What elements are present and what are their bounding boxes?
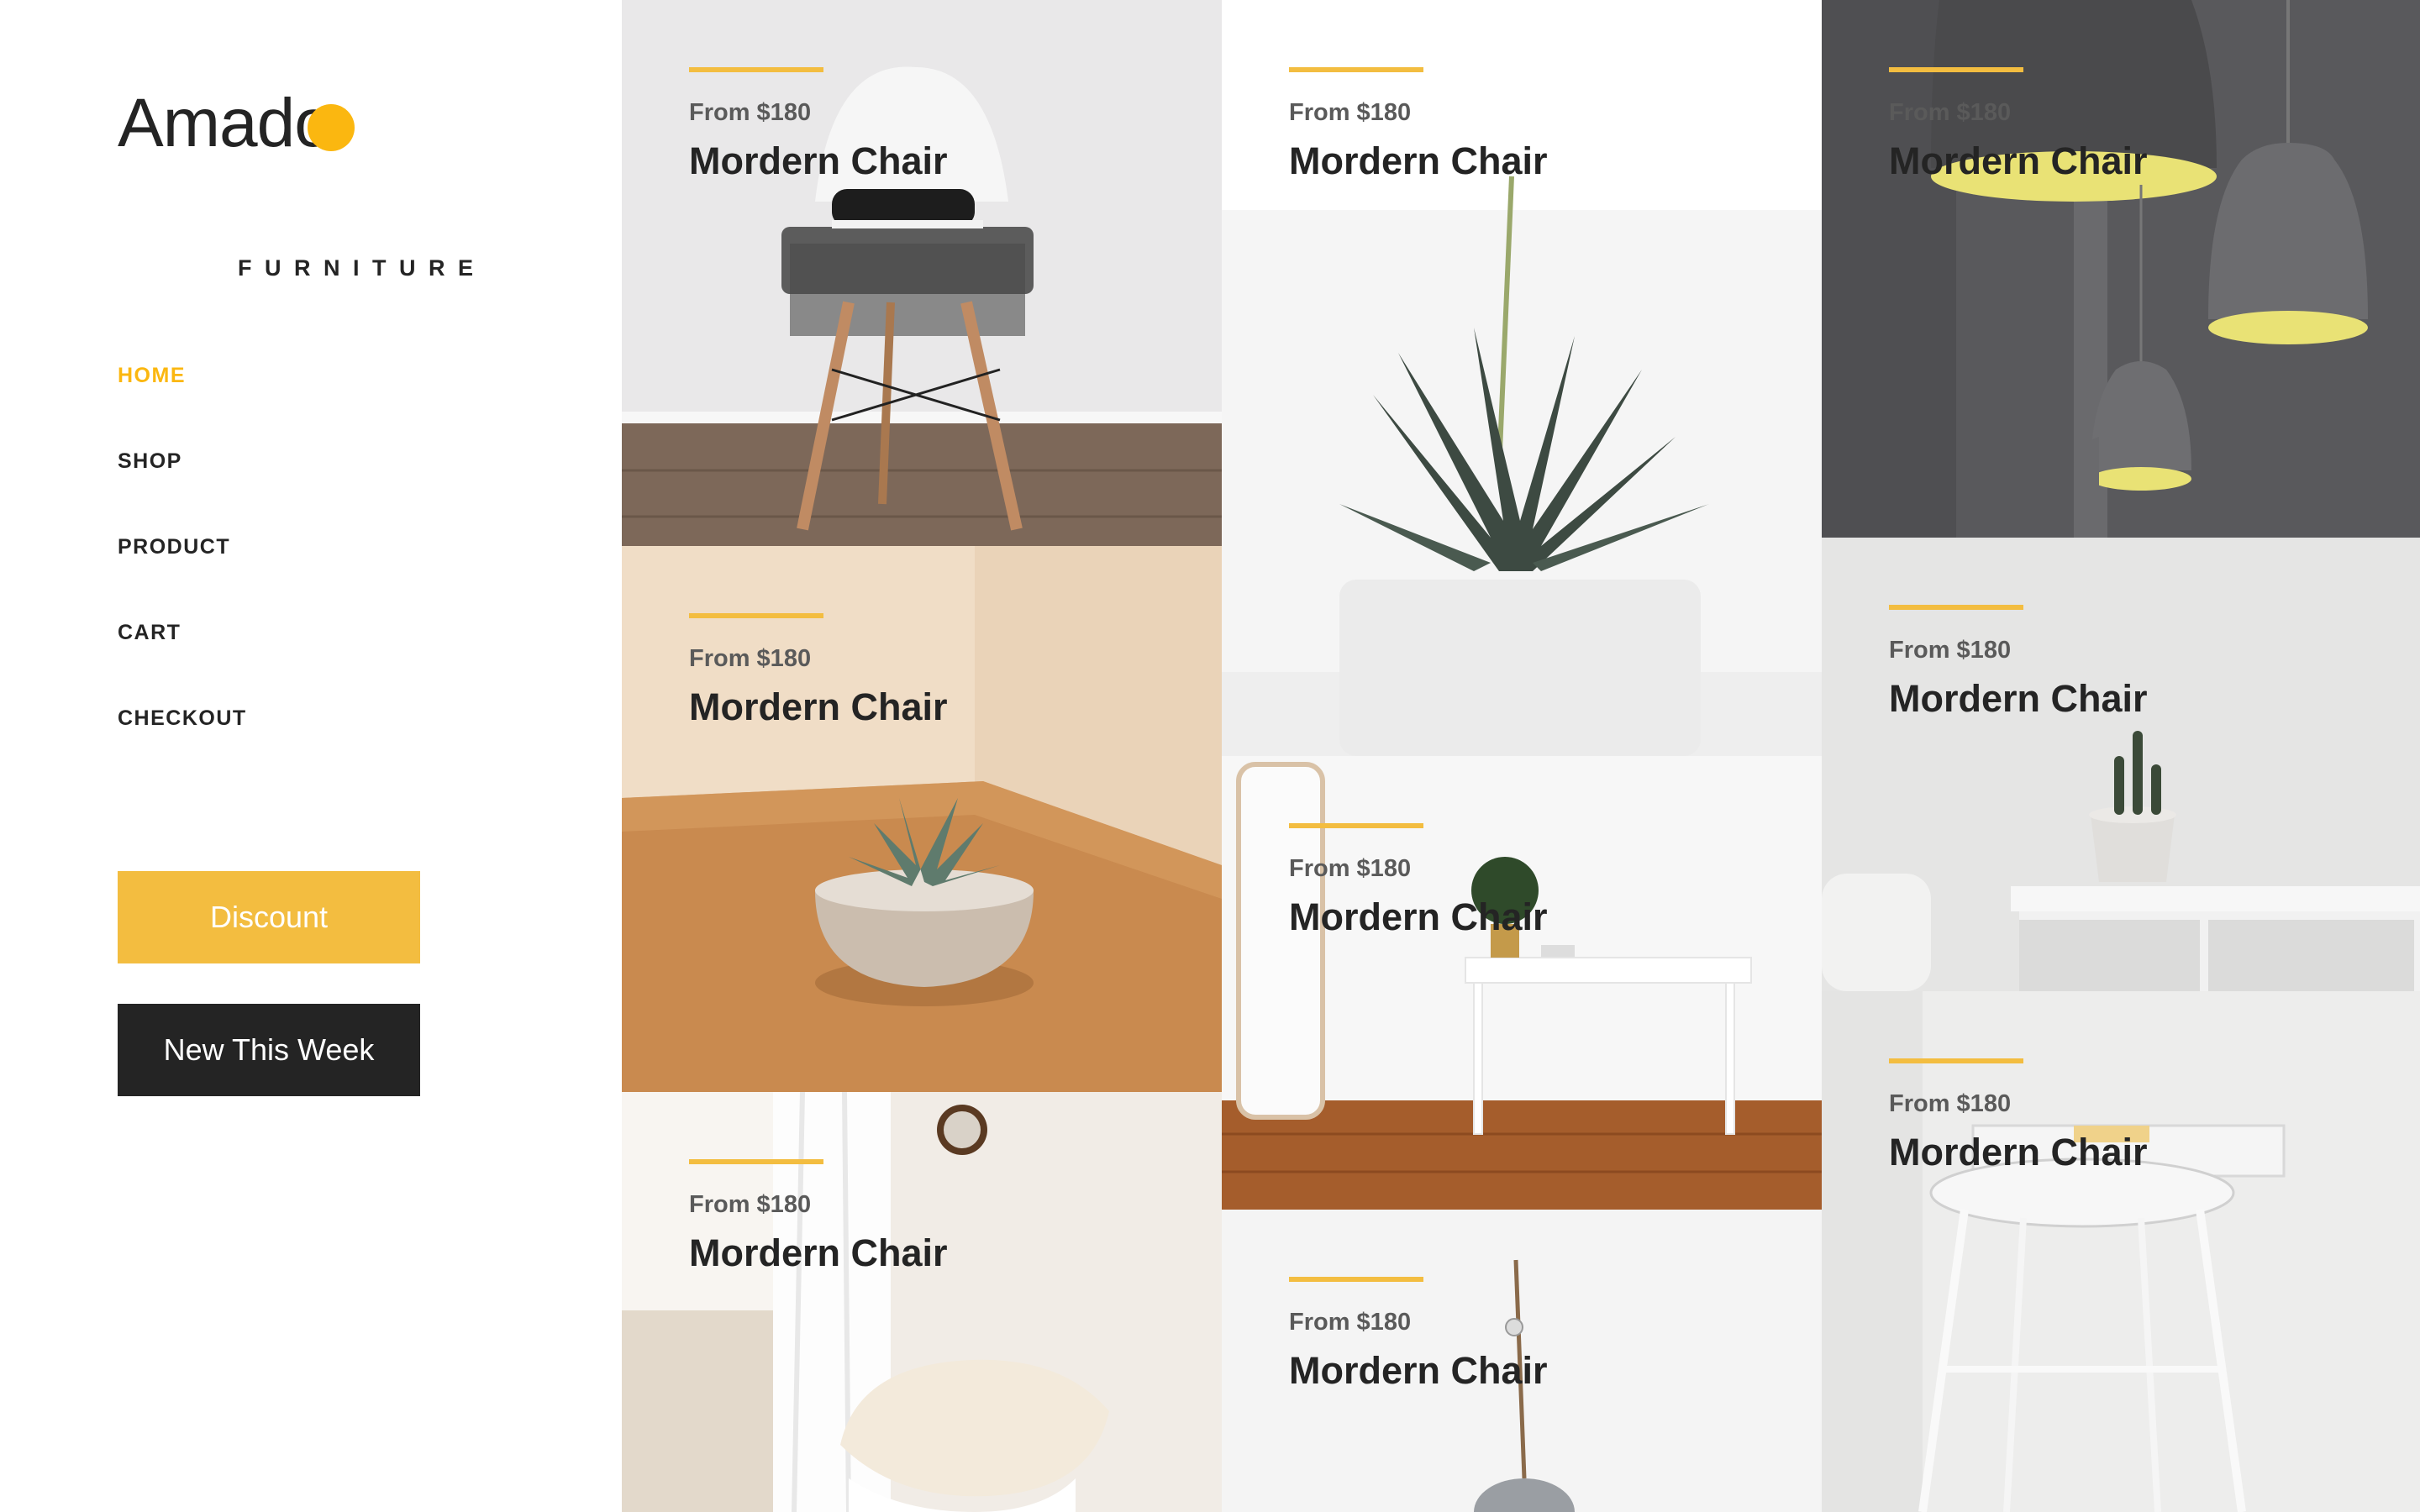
accent-line (1889, 67, 2023, 72)
accent-line (1289, 823, 1423, 828)
new-this-week-button[interactable]: New This Week (118, 1004, 420, 1096)
product-meta: From $180 Mordern Chair (689, 613, 948, 731)
product-name[interactable]: Mordern Chair (689, 138, 948, 185)
accent-line (689, 67, 823, 72)
product-name[interactable]: Mordern Chair (1289, 1347, 1548, 1394)
product-tile[interactable]: From $180 Mordern Chair (1822, 538, 2420, 991)
product-tile[interactable]: From $180 Mordern Chair (1222, 1210, 1822, 1512)
accent-line (689, 613, 823, 618)
accent-line (1289, 1277, 1423, 1282)
product-tile[interactable]: From $180 Mordern Chair (1822, 991, 2420, 1512)
main-nav: HOME SHOP PRODUCT CART CHECKOUT (118, 353, 247, 781)
nav-item-product[interactable]: PRODUCT (118, 524, 247, 610)
product-price: From $180 (1289, 855, 1412, 882)
product-tile[interactable]: From $180 Mordern Chair (622, 1092, 1222, 1512)
product-image-fur-chair (622, 1092, 1222, 1512)
product-meta: From $180 Mordern Chair (1889, 1058, 2148, 1176)
sidebar: Amado FURNITURE HOME SHOP PRODUCT CART C… (0, 0, 622, 1512)
product-name[interactable]: Mordern Chair (689, 1230, 948, 1277)
product-tile[interactable]: From $180 Mordern Chair (622, 0, 1222, 546)
product-tile[interactable]: From $180 Mordern Chair (1222, 756, 1822, 1210)
product-price: From $180 (1889, 1090, 2012, 1117)
logo-dot-icon (308, 104, 355, 151)
accent-line (1289, 67, 1423, 72)
product-tile[interactable]: From $180 Mordern Chair (1222, 0, 1822, 756)
accent-line (689, 1159, 823, 1164)
nav-item-cart[interactable]: CART (118, 610, 247, 696)
product-meta: From $180 Mordern Chair (1289, 823, 1548, 941)
product-tile[interactable]: From $180 Mordern Chair (622, 546, 1222, 1092)
product-price: From $180 (1289, 99, 1412, 126)
product-name[interactable]: Mordern Chair (1889, 1129, 2148, 1176)
accent-line (1889, 1058, 2023, 1063)
product-price: From $180 (1889, 637, 2012, 664)
product-price: From $180 (689, 99, 812, 126)
nav-item-checkout[interactable]: CHECKOUT (118, 696, 247, 781)
product-name[interactable]: Mordern Chair (1889, 138, 2148, 185)
product-price: From $180 (689, 1191, 812, 1218)
product-meta: From $180 Mordern Chair (1289, 1277, 1548, 1394)
logo-tagline: FURNITURE (238, 255, 487, 281)
logo-wordmark: Amado (118, 85, 333, 161)
product-meta: From $180 Mordern Chair (1289, 67, 1548, 185)
product-name[interactable]: Mordern Chair (1289, 138, 1548, 185)
product-meta: From $180 Mordern Chair (1889, 67, 2148, 185)
product-meta: From $180 Mordern Chair (1889, 605, 2148, 722)
product-price: From $180 (1889, 99, 2012, 126)
product-name[interactable]: Mordern Chair (1289, 894, 1548, 941)
product-tile[interactable]: From $180 Mordern Chair (1822, 0, 2420, 538)
product-meta: From $180 Mordern Chair (689, 1159, 948, 1277)
product-meta: From $180 Mordern Chair (689, 67, 948, 185)
product-price: From $180 (689, 645, 812, 672)
nav-item-home[interactable]: HOME (118, 353, 247, 438)
accent-line (1889, 605, 2023, 610)
product-name[interactable]: Mordern Chair (689, 684, 948, 731)
discount-button[interactable]: Discount (118, 871, 420, 963)
product-price: From $180 (1289, 1309, 1412, 1336)
nav-item-shop[interactable]: SHOP (118, 438, 247, 524)
product-name[interactable]: Mordern Chair (1889, 675, 2148, 722)
